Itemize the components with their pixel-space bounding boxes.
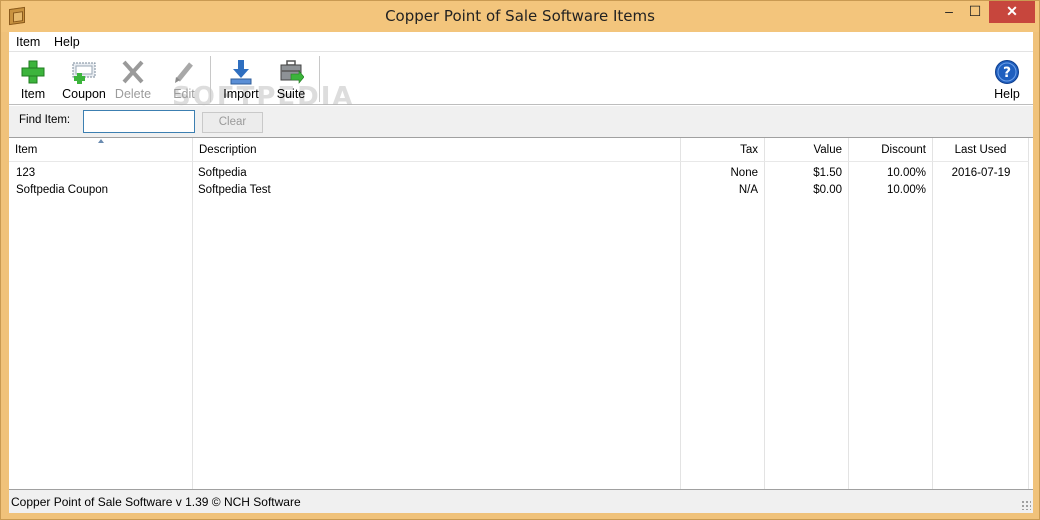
suite-button[interactable]: Suite <box>273 56 309 102</box>
add-coupon-label: Coupon <box>62 87 106 101</box>
column-divider <box>932 162 933 489</box>
import-icon <box>230 60 252 85</box>
cell-value: $1.50 <box>813 167 842 179</box>
column-header-item[interactable]: Item <box>9 138 193 162</box>
help-label: Help <box>994 87 1020 101</box>
column-divider <box>680 162 681 489</box>
resize-grip-icon[interactable] <box>1021 500 1031 510</box>
column-divider <box>1028 162 1029 489</box>
coupon-icon <box>72 62 96 84</box>
close-button[interactable]: ✕ <box>989 1 1035 23</box>
import-label: Import <box>223 87 259 101</box>
menu-item-help[interactable]: Help <box>54 35 80 49</box>
menu-item-item[interactable]: Item <box>16 35 40 49</box>
clear-button[interactable]: Clear <box>202 112 263 133</box>
status-bar: Copper Point of Sale Software v 1.39 © N… <box>9 490 1033 513</box>
cell-description: Softpedia Test <box>198 184 271 196</box>
column-header-item-label: Item <box>15 144 38 156</box>
toolbar: SOFTPEDIA Item Coupon Delete Edit Import… <box>9 52 1033 112</box>
items-table: Item Description Tax Value Discount Last… <box>9 138 1033 490</box>
column-header-discount[interactable]: Discount <box>849 138 933 162</box>
app-window: Copper Point of Sale Software Items – ☐ … <box>0 0 1040 520</box>
column-header-tax[interactable]: Tax <box>681 138 765 162</box>
column-divider <box>848 162 849 489</box>
client-area: Item Help SOFTPEDIA Item Coupon Delete E… <box>9 32 1033 513</box>
sort-ascending-icon <box>98 139 104 143</box>
column-header-last-used[interactable]: Last Used <box>933 138 1029 162</box>
add-item-label: Item <box>20 87 46 101</box>
cell-last-used: 2016-07-19 <box>951 167 1011 179</box>
delete-label: Delete <box>114 87 152 101</box>
toolbar-separator <box>210 56 211 102</box>
window-title: Copper Point of Sale Software Items <box>385 7 655 25</box>
cell-description: Softpedia <box>198 167 247 179</box>
cell-tax: N/A <box>738 184 758 196</box>
edit-icon <box>175 62 193 83</box>
find-item-input[interactable] <box>83 110 195 133</box>
minimize-button[interactable]: – <box>936 1 962 23</box>
title-bar[interactable]: Copper Point of Sale Software Items – ☐ … <box>1 1 1039 32</box>
column-header-description[interactable]: Description <box>193 138 681 162</box>
help-button[interactable]: ? Help <box>991 56 1023 102</box>
svg-text:?: ? <box>1003 65 1011 81</box>
find-item-label: Find Item: <box>19 114 71 126</box>
column-header-value[interactable]: Value <box>765 138 849 162</box>
cell-item: 123 <box>16 167 36 179</box>
delete-button[interactable]: Delete <box>113 56 153 102</box>
import-button[interactable]: Import <box>220 56 262 102</box>
help-icon: ? <box>995 60 1019 84</box>
cell-discount: 10.00% <box>886 184 926 196</box>
menu-bar: Item Help <box>9 32 1033 52</box>
add-item-button[interactable]: Item <box>14 56 52 102</box>
edit-button[interactable]: Edit <box>167 56 201 102</box>
maximize-button[interactable]: ☐ <box>962 1 988 23</box>
delete-icon <box>122 60 144 84</box>
cell-value: $0.00 <box>813 184 842 196</box>
suite-label: Suite <box>276 87 306 101</box>
column-divider <box>192 162 193 489</box>
cell-tax: None <box>730 167 759 179</box>
add-coupon-button[interactable]: Coupon <box>59 56 109 102</box>
toolbar-separator <box>319 56 320 102</box>
add-item-icon <box>21 60 45 84</box>
cell-item: Softpedia Coupon <box>16 184 109 196</box>
edit-label: Edit <box>173 87 195 101</box>
cell-discount: 10.00% <box>886 167 926 179</box>
column-divider <box>764 162 765 489</box>
suite-icon <box>280 60 304 84</box>
find-bar: Find Item: Clear <box>9 106 1033 138</box>
status-text: Copper Point of Sale Software v 1.39 © N… <box>11 495 301 509</box>
